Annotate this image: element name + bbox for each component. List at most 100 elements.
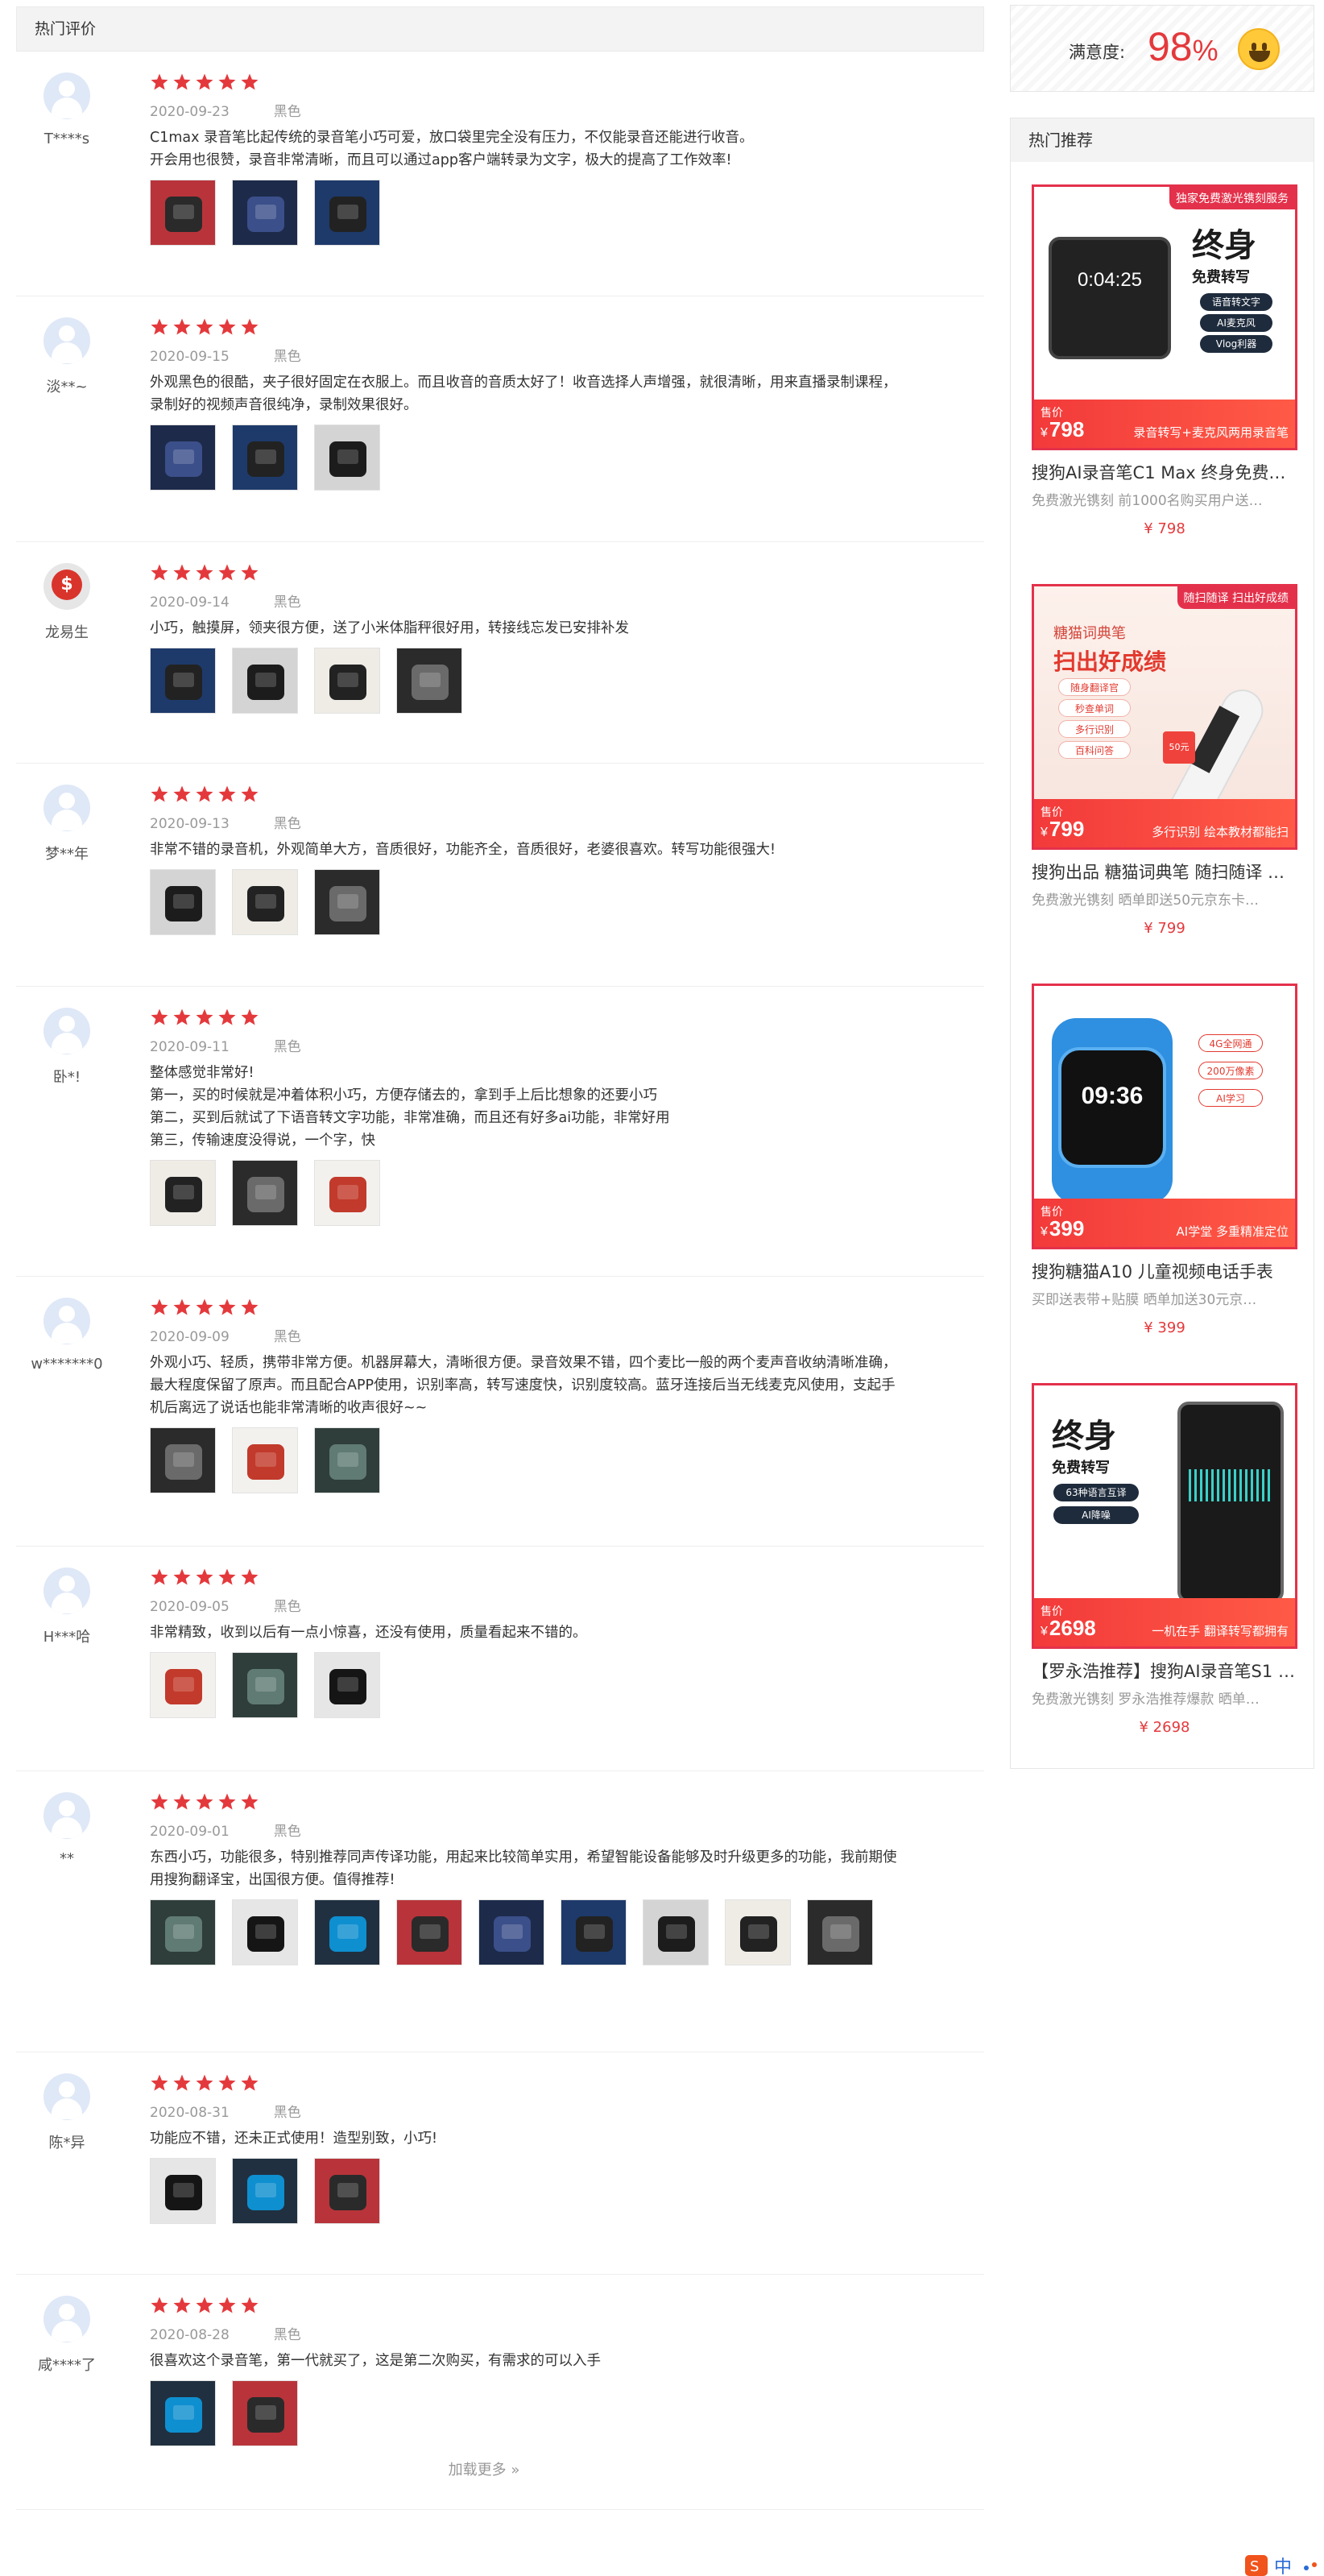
review-photo[interactable]	[314, 2158, 380, 2224]
star-icon	[173, 1298, 191, 1315]
recommend-name[interactable]: 【罗永浩推荐】搜狗AI录音笔S1 翻译转写	[1032, 1659, 1297, 1683]
recommend-promo: 免费激光镌刻 前1000名购买用户送…	[1032, 493, 1263, 509]
reviewer-name: 咸****了	[38, 2357, 96, 2374]
review-photo[interactable]	[232, 648, 298, 714]
recommend-image[interactable]: 0:04:25 终身 免费转写 语音转文字 AI麦克风 Vlog利器 独家免费激光镌刻服务售…	[1032, 184, 1297, 450]
review-photo[interactable]	[314, 869, 380, 935]
review-photo[interactable]	[232, 1427, 298, 1493]
avatar	[43, 317, 90, 364]
review-photo[interactable]	[232, 1899, 298, 1965]
review-photo[interactable]	[150, 1427, 216, 1493]
recommend-name[interactable]: 搜狗糖猫A10 儿童视频电话手表	[1032, 1259, 1297, 1283]
rating-stars	[150, 785, 971, 806]
review-photos	[150, 648, 971, 714]
star-icon	[241, 2074, 259, 2091]
reviewer-name: w*******0	[31, 1356, 103, 1373]
recommend-image[interactable]: 09:36 4G全网通 200万像素 AI学习 售价 ¥399 AI学堂 多重精准定位	[1032, 984, 1297, 1249]
review-photo[interactable]	[232, 1652, 298, 1718]
review-photo[interactable]	[314, 180, 380, 246]
review-content: 2020-09-09 黑色 外观小巧、轻质，携带非常方便。机器屏幕大，清晰很方便。录…	[150, 1298, 971, 1493]
review-photo[interactable]	[150, 425, 216, 491]
user-head-icon	[59, 325, 75, 342]
reviewer-name: 淡**~	[46, 379, 88, 396]
smiley-icon	[1238, 28, 1280, 70]
review-date: 2020-09-05	[150, 1599, 230, 1615]
recommend-image[interactable]: 糖猫词典笔 扫出好成绩 50元 随身翻译官 秒查单词 多行识别 百科问答 随扫随译 扫出好成绩…	[1032, 584, 1297, 850]
reviews-section: 热门评价 T****s 2020-09-23 黑色 C1max 录音笔比起传统的录音笔…	[16, 6, 984, 2510]
review-photo[interactable]	[396, 648, 462, 714]
review-photo[interactable]	[150, 1899, 216, 1965]
review-date: 2020-09-15	[150, 349, 230, 365]
review-item: H***哈 2020-09-05 黑色 非常精致，收到以后有一点小惊喜，还没有使用，质…	[16, 1547, 984, 1771]
review-photo[interactable]	[150, 2158, 216, 2224]
review-photo[interactable]	[314, 1652, 380, 1718]
review-photo[interactable]	[150, 2380, 216, 2446]
review-text: 非常精致，收到以后有一点小惊喜，还没有使用，质量看起来不错的。	[150, 1621, 971, 1644]
product-color: 黑色	[273, 816, 301, 832]
star-icon	[173, 2296, 191, 2313]
recommend-item[interactable]: 终身 免费转写 63种语言互译 AI降噪 售价 ¥2698 一机在手 翻译转写都拥有【罗永浩…	[1032, 1383, 1297, 1736]
recommend-price: ¥ 798	[1144, 520, 1185, 537]
review-photo[interactable]	[807, 1899, 873, 1965]
rating-stars	[150, 317, 971, 338]
review-photo[interactable]	[314, 1160, 380, 1226]
star-icon	[151, 73, 168, 90]
reviewer: 卧*!	[16, 1008, 118, 1087]
rating-stars	[150, 2073, 971, 2094]
product-color: 黑色	[273, 1039, 301, 1055]
star-icon	[241, 2296, 259, 2313]
review-photo[interactable]	[232, 1160, 298, 1226]
user-head-icon	[59, 1800, 75, 1816]
review-photo[interactable]	[478, 1899, 544, 1965]
review-photo[interactable]	[232, 869, 298, 935]
star-icon	[196, 2074, 213, 2091]
review-photo[interactable]	[150, 1160, 216, 1226]
review-photo[interactable]	[314, 425, 380, 491]
star-icon	[218, 1793, 236, 1810]
review-photo[interactable]	[561, 1899, 627, 1965]
recommend-item[interactable]: 糖猫词典笔 扫出好成绩 50元 随身翻译官 秒查单词 多行识别 百科问答 随扫随译 扫出好成绩…	[1032, 584, 1297, 937]
load-more-button[interactable]: 加载更多 »	[0, 2458, 968, 2479]
review-text: C1max 录音笔比起传统的录音笔小巧可爱，放口袋里完全没有压力，不仅能录音还能…	[150, 126, 971, 172]
review-item: T****s 2020-09-23 黑色 C1max 录音笔比起传统的录音笔小巧可爱，…	[16, 52, 984, 296]
review-photo[interactable]	[150, 869, 216, 935]
review-photo[interactable]	[150, 1652, 216, 1718]
product-color: 黑色	[273, 349, 301, 365]
recommend-name[interactable]: 搜狗出品 糖猫词典笔 随扫随译 扫出好成绩	[1032, 859, 1297, 884]
review-photo[interactable]	[232, 2158, 298, 2224]
star-icon	[173, 318, 191, 335]
avatar	[43, 2073, 90, 2120]
sogou-logo-icon: S 中	[1245, 2555, 1317, 2576]
review-photos	[150, 1652, 971, 1718]
review-photo[interactable]	[232, 2380, 298, 2446]
review-photo[interactable]	[314, 1899, 380, 1965]
review-photo[interactable]	[643, 1899, 709, 1965]
review-text: 外观黑色的很酷，夹子很好固定在衣服上。而且收音的音质太好了！收音选择人声增强，就…	[150, 371, 971, 416]
star-icon	[196, 73, 213, 90]
recommend-price-bar: 售价 ¥399 AI学堂 多重精准定位	[1034, 1199, 1295, 1247]
product-color: 黑色	[273, 1599, 301, 1615]
review-photo[interactable]	[396, 1899, 462, 1965]
review-photo[interactable]	[232, 425, 298, 491]
recommend-item[interactable]: 0:04:25 终身 免费转写 语音转文字 AI麦克风 Vlog利器 独家免费激光镌刻服务售…	[1032, 184, 1297, 537]
review-text-line: 很喜欢这个录音笔，第一代就买了，这是第二次购买，有需求的可以入手	[150, 2353, 601, 2369]
review-date: 2020-09-11	[150, 1039, 230, 1055]
review-meta: 2020-09-14 黑色	[150, 590, 971, 611]
recommend-image[interactable]: 终身 免费转写 63种语言互译 AI降噪 售价 ¥2698 一机在手 翻译转写都拥有	[1032, 1383, 1297, 1649]
reviewer-name: 龙易生	[45, 624, 89, 641]
star-icon	[173, 1793, 191, 1810]
avatar	[43, 785, 90, 831]
review-text-line: 功能应不错，还未正式使用！造型别致，小巧!	[150, 2131, 438, 2147]
review-photo[interactable]	[232, 180, 298, 246]
review-photo[interactable]	[150, 180, 216, 246]
review-item: ** 2020-09-01 黑色 东西小巧，功能很多，特别推荐同声传译功能，用起来比较…	[16, 1771, 984, 2052]
reviewer-name: 陈*异	[48, 2135, 85, 2151]
review-photo[interactable]	[314, 1427, 380, 1493]
recommend-price: ¥ 799	[1144, 920, 1185, 937]
recommend-name[interactable]: 搜狗AI录音笔C1 Max 终身免费转写	[1032, 460, 1297, 484]
review-photo[interactable]	[150, 648, 216, 714]
review-photo[interactable]	[725, 1899, 791, 1965]
recommend-item[interactable]: 09:36 4G全网通 200万像素 AI学习 售价 ¥399 AI学堂 多重精准定位搜狗糖…	[1032, 984, 1297, 1336]
review-photo[interactable]	[314, 648, 380, 714]
reviewer: w*******0	[16, 1298, 118, 1373]
